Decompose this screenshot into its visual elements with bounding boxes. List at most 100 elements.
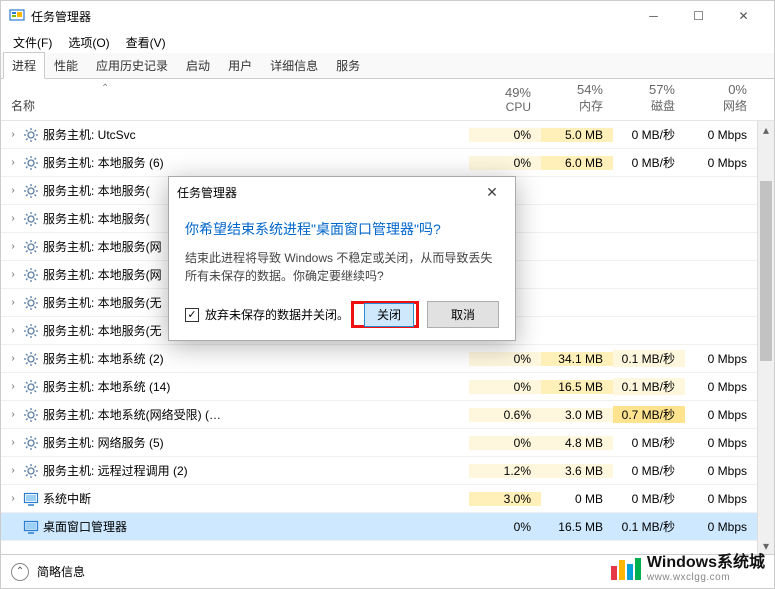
cell-cpu: 3.0% [469,492,541,506]
cell-cpu: 0% [469,520,541,534]
process-name: 服务主机: 本地服务(无 [43,294,162,311]
expand-icon[interactable]: › [7,353,19,364]
process-row[interactable]: ›服务主机: 远程过程调用 (2)1.2%3.6 MB0 MB/秒0 Mbps [1,457,774,485]
dialog-checkbox[interactable]: ✓ [185,308,199,322]
dialog-secondary-button[interactable]: 取消 [427,301,499,328]
confirm-dialog: 任务管理器 ✕ 你希望结束系统进程"桌面窗口管理器"吗? 结束此进程将导致 Wi… [168,176,516,341]
collapse-icon[interactable]: ⌃ [11,563,29,581]
menu-options[interactable]: 选项(O) [62,32,115,53]
process-row[interactable]: ›服务主机: 本地服务 (6)0%6.0 MB0 MB/秒0 Mbps [1,149,774,177]
cell-net: 0 Mbps [685,436,757,450]
header-mem[interactable]: 54% 内存 [541,79,613,120]
scrollbar[interactable]: ▴ ▾ [757,121,774,554]
cell-net: 0 Mbps [685,380,757,394]
monitor-icon [23,519,39,535]
expand-icon[interactable]: › [7,213,19,224]
process-row[interactable]: ›服务主机: 本地系统(网络受限) (…0.6%3.0 MB0.7 MB/秒0 … [1,401,774,429]
cell-disk: 0 MB/秒 [613,434,685,451]
cell-mem: 34.1 MB [541,352,613,366]
cell-mem: 0 MB [541,492,613,506]
minimize-button[interactable]: ─ [631,2,676,30]
expand-icon[interactable]: › [7,157,19,168]
expand-icon[interactable]: › [7,241,19,252]
dialog-primary-button[interactable]: 关闭 [364,303,414,327]
header-name-label: 名称 [11,97,35,114]
header-net-pct: 0% [685,82,747,97]
tab-2[interactable]: 应用历史记录 [87,52,177,79]
expand-icon[interactable]: › [7,325,19,336]
gear-icon [23,407,39,423]
dialog-message: 结束此进程将导致 Windows 不稳定或关闭，从而导致丢失所有未保存的数据。你… [185,249,499,285]
monitor-icon [23,491,39,507]
header-net[interactable]: 0% 网络 [685,79,757,120]
expand-icon[interactable]: › [7,185,19,196]
cell-cpu: 0% [469,128,541,142]
cell-net: 0 Mbps [685,128,757,142]
maximize-button[interactable]: ☐ [676,2,721,30]
tab-4[interactable]: 用户 [219,52,261,79]
gear-icon [23,239,39,255]
cell-cpu: 0% [469,436,541,450]
expand-icon[interactable]: › [7,269,19,280]
header-cpu[interactable]: 49% CPU [469,79,541,120]
expand-icon[interactable]: › [7,297,19,308]
cell-net: 0 Mbps [685,520,757,534]
tab-1[interactable]: 性能 [45,52,87,79]
close-button[interactable]: ✕ [721,2,766,30]
cell-net: 0 Mbps [685,492,757,506]
tabstrip: 进程性能应用历史记录启动用户详细信息服务 [1,53,774,79]
cell-disk: 0 MB/秒 [613,462,685,479]
dialog-checkbox-label[interactable]: 放弃未保存的数据并关闭。 [205,306,351,323]
process-row[interactable]: ›服务主机: 本地系统 (2)0%34.1 MB0.1 MB/秒0 Mbps [1,345,774,373]
process-name: 桌面窗口管理器 [43,518,127,535]
menubar: 文件(F) 选项(O) 查看(V) [1,31,774,53]
cell-mem: 4.8 MB [541,436,613,450]
process-row[interactable]: ›系统中断3.0%0 MB0 MB/秒0 Mbps [1,485,774,513]
app-icon [9,8,25,24]
process-row[interactable]: ›服务主机: UtcSvc0%5.0 MB0 MB/秒0 Mbps [1,121,774,149]
process-name: 服务主机: UtcSvc [43,126,136,143]
scroll-down-icon[interactable]: ▾ [758,537,774,554]
footer-label[interactable]: 简略信息 [37,563,85,580]
cell-mem: 6.0 MB [541,156,613,170]
header-mem-label: 内存 [541,97,603,114]
menu-view[interactable]: 查看(V) [120,32,172,53]
process-row[interactable]: 桌面窗口管理器0%16.5 MB0.1 MB/秒0 Mbps [1,513,774,541]
gear-icon [23,351,39,367]
expand-icon[interactable]: › [7,409,19,420]
header-disk[interactable]: 57% 磁盘 [613,79,685,120]
scroll-up-icon[interactable]: ▴ [758,121,774,138]
expand-icon[interactable]: › [7,381,19,392]
process-row[interactable]: ›服务主机: 本地系统 (14)0%16.5 MB0.1 MB/秒0 Mbps [1,373,774,401]
gear-icon [23,183,39,199]
dialog-close-icon[interactable]: ✕ [477,184,507,201]
dialog-title: 任务管理器 [177,184,477,201]
header-disk-label: 磁盘 [613,97,675,114]
expand-icon[interactable]: › [7,493,19,504]
cell-mem: 16.5 MB [541,520,613,534]
cell-cpu: 0% [469,380,541,394]
gear-icon [23,155,39,171]
expand-icon[interactable]: › [7,437,19,448]
cell-cpu: 0.6% [469,408,541,422]
tab-3[interactable]: 启动 [177,52,219,79]
cell-cpu: 0% [469,352,541,366]
tab-5[interactable]: 详细信息 [261,52,327,79]
gear-icon [23,435,39,451]
menu-file[interactable]: 文件(F) [7,32,58,53]
cell-cpu: 1.2% [469,464,541,478]
cell-net: 0 Mbps [685,352,757,366]
tab-0[interactable]: 进程 [3,52,45,79]
titlebar: 任务管理器 ─ ☐ ✕ [1,1,774,31]
cell-disk: 0.1 MB/秒 [613,378,685,395]
tab-6[interactable]: 服务 [327,52,369,79]
cell-mem: 5.0 MB [541,128,613,142]
header-name[interactable]: ⌃ 名称 [1,79,469,120]
cell-cpu: 0% [469,156,541,170]
expand-icon[interactable]: › [7,465,19,476]
expand-icon[interactable]: › [7,129,19,140]
scroll-thumb[interactable] [760,181,772,361]
process-row[interactable]: ›服务主机: 网络服务 (5)0%4.8 MB0 MB/秒0 Mbps [1,429,774,457]
watermark-url: www.wxclgg.com [647,572,765,583]
cell-mem: 3.6 MB [541,464,613,478]
